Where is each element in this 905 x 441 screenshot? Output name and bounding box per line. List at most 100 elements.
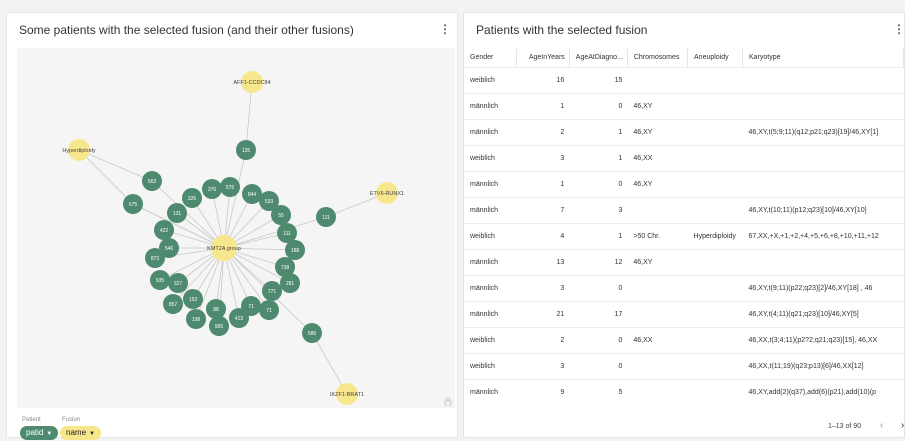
- next-page-button[interactable]: ›: [901, 420, 904, 431]
- table-cell: 46,XY: [627, 92, 688, 119]
- table-cell: [687, 196, 743, 223]
- table-cell: 13: [516, 248, 570, 275]
- table-row[interactable]: weiblich 3 1 46,XX: [464, 144, 904, 171]
- patient-node-label[interactable]: 857: [169, 302, 178, 308]
- table-cell: [742, 248, 904, 275]
- patient-node-label[interactable]: 738: [281, 265, 290, 271]
- patient-node-label[interactable]: 327: [174, 281, 183, 287]
- patient-node-label[interactable]: 376: [208, 187, 217, 193]
- table-cell: 1: [516, 92, 570, 119]
- patient-node-label[interactable]: 326: [188, 196, 197, 202]
- graph-menu-icon[interactable]: ⋮: [439, 23, 451, 35]
- patient-node-label[interactable]: 675: [129, 202, 138, 208]
- table-cell: 46,XY: [627, 118, 688, 145]
- fusion-node-label[interactable]: ETV6-RUNX1: [370, 191, 404, 197]
- table-cell: 9: [516, 378, 570, 405]
- patient-label-value: patid: [26, 428, 44, 437]
- table-cell: 46,XX,t(11;19)(q23;p13)[6]/46,XX[12]: [742, 352, 904, 379]
- patient-node-label[interactable]: 873: [151, 256, 160, 262]
- legend-fusion-caption: Fusion: [62, 417, 81, 423]
- column-header[interactable]: Chromosomes: [627, 49, 689, 67]
- table-body: weiblich 16 15 männlich 1 0 46,XY männlich 2 1 46,…: [464, 66, 904, 405]
- fusion-node-label[interactable]: Hyperdiploidy: [62, 148, 96, 154]
- patient-node-label[interactable]: 71: [248, 304, 254, 310]
- table-cell: weiblich: [464, 222, 517, 249]
- patient-node-label[interactable]: 111: [322, 215, 330, 221]
- table-row[interactable]: weiblich 4 1 >50 Chr. Hyperdiploidy 67,XX,+X,…: [464, 222, 904, 249]
- table-row[interactable]: weiblich 2 0 46,XX 46,XX,t(3;4;11)(p2?2;q21;…: [464, 326, 904, 353]
- patient-node-label[interactable]: 413: [235, 316, 244, 322]
- table-cell: weiblich: [464, 352, 517, 379]
- patient-node-label[interactable]: 153: [189, 297, 198, 303]
- table-menu-icon[interactable]: ⋮: [893, 23, 904, 35]
- column-header[interactable]: Karyotype: [742, 49, 904, 67]
- patient-node-label[interactable]: 135: [242, 148, 251, 154]
- table-cell: männlich: [464, 378, 517, 405]
- column-header[interactable]: Aneuploidy: [687, 49, 743, 67]
- patient-node-label[interactable]: 844: [248, 192, 257, 198]
- fusion-node-label[interactable]: AFF1-CCDC84: [233, 80, 270, 86]
- table-row[interactable]: männlich 7 3 46,XY,t(10;11)(p12;q23)[10]/46…: [464, 196, 904, 223]
- column-header[interactable]: AgeAtDiagno...: [569, 49, 628, 67]
- table-row[interactable]: männlich 21 17 46,XY,t(4;11)(q21;q23)[10]/4…: [464, 300, 904, 327]
- column-header[interactable]: AgeInYears: [516, 49, 570, 67]
- table-cell: [687, 118, 743, 145]
- patient-node-label[interactable]: 131: [173, 211, 182, 217]
- patient-node-label[interactable]: 575: [226, 185, 235, 191]
- patient-node-label[interactable]: 965: [215, 324, 224, 330]
- patient-node-label[interactable]: 281: [286, 281, 295, 287]
- table-cell: [627, 274, 688, 301]
- table-cell: [687, 326, 743, 353]
- legend-patient-caption: Patient: [22, 417, 41, 423]
- table-cell: männlich: [464, 196, 517, 223]
- patient-node-label[interactable]: 935: [156, 278, 165, 284]
- column-header[interactable]: Gender: [464, 49, 518, 67]
- patient-node-label[interactable]: 188: [291, 248, 300, 254]
- patient-node-label[interactable]: 88: [213, 307, 219, 313]
- center-fusion-node-label[interactable]: KMT2A group: [207, 246, 241, 252]
- table-cell: 1: [569, 144, 628, 171]
- table-cell: 46,XY,t(10;11)(p12;q23)[10]/46,XY[10]: [742, 196, 904, 223]
- table-cell: [687, 66, 743, 93]
- table-cell: 7: [516, 196, 570, 223]
- table-row[interactable]: weiblich 16 15: [464, 66, 904, 93]
- table-row[interactable]: männlich 1 0 46,XY: [464, 92, 904, 119]
- graph-edge: [78, 149, 134, 205]
- patient-node-label[interactable]: 563: [148, 179, 157, 185]
- table-cell: 4: [516, 222, 570, 249]
- table-cell: [742, 66, 904, 93]
- network-graph[interactable]: AFF1-CCDC84 Hyperdiploidy ETV6-RUNX1 IKZF1-…: [17, 48, 455, 408]
- graph-edge: [223, 149, 247, 249]
- table-cell: [687, 378, 743, 405]
- network-graph-svg[interactable]: AFF1-CCDC84 Hyperdiploidy ETV6-RUNX1 IKZF1-…: [17, 48, 455, 408]
- fusion-graph-panel: Some patients with the selected fusion (…: [6, 12, 458, 440]
- patient-node-label[interactable]: 71: [266, 308, 272, 314]
- patient-node-label[interactable]: 586: [308, 331, 317, 337]
- patient-node-label[interactable]: 111: [283, 231, 291, 237]
- table-cell: [627, 352, 688, 379]
- prev-page-button[interactable]: ‹: [880, 420, 883, 431]
- table-cell: männlich: [464, 170, 517, 197]
- table-row[interactable]: männlich 3 0 46,XY,t(9;11)(p22;q23)[2]/46,X…: [464, 274, 904, 301]
- patient-node-label[interactable]: 771: [268, 289, 277, 295]
- table-cell: Hyperdiploidy: [687, 222, 743, 249]
- fusion-node-label[interactable]: IKZF1-BRAT1: [330, 392, 364, 398]
- table-cell: 1: [516, 170, 570, 197]
- lock-icon[interactable]: [444, 397, 452, 406]
- table-row[interactable]: männlich 13 12 46,XY: [464, 248, 904, 275]
- table-cell: [742, 92, 904, 119]
- table-cell: 2: [516, 118, 570, 145]
- patient-node-label[interactable]: 533: [265, 199, 274, 205]
- table-row[interactable]: weiblich 3 0 46,XX,t(11;19)(q23;p13)[6]/46,…: [464, 352, 904, 379]
- patient-node-label[interactable]: 198: [192, 317, 201, 323]
- chevron-down-icon: ▼: [89, 431, 95, 437]
- patient-node-label[interactable]: 55: [278, 213, 284, 219]
- table-row[interactable]: männlich 9 5 46,XY,add(2)(q37),add(6)(p21),…: [464, 378, 904, 405]
- table-row[interactable]: männlich 1 0 46,XY: [464, 170, 904, 197]
- table-cell: 46,XX: [627, 326, 688, 353]
- table-row[interactable]: männlich 2 1 46,XY 46,XY,t(5;9;11)(q12;p21;q…: [464, 118, 904, 145]
- patient-node-label[interactable]: 546: [165, 246, 174, 252]
- patient-node-label[interactable]: 422: [160, 228, 169, 234]
- table-cell: 46,XX,t(3;4;11)(p2?2;q21;q23)[15], 46,XX: [742, 326, 904, 353]
- table-cell: männlich: [464, 92, 517, 119]
